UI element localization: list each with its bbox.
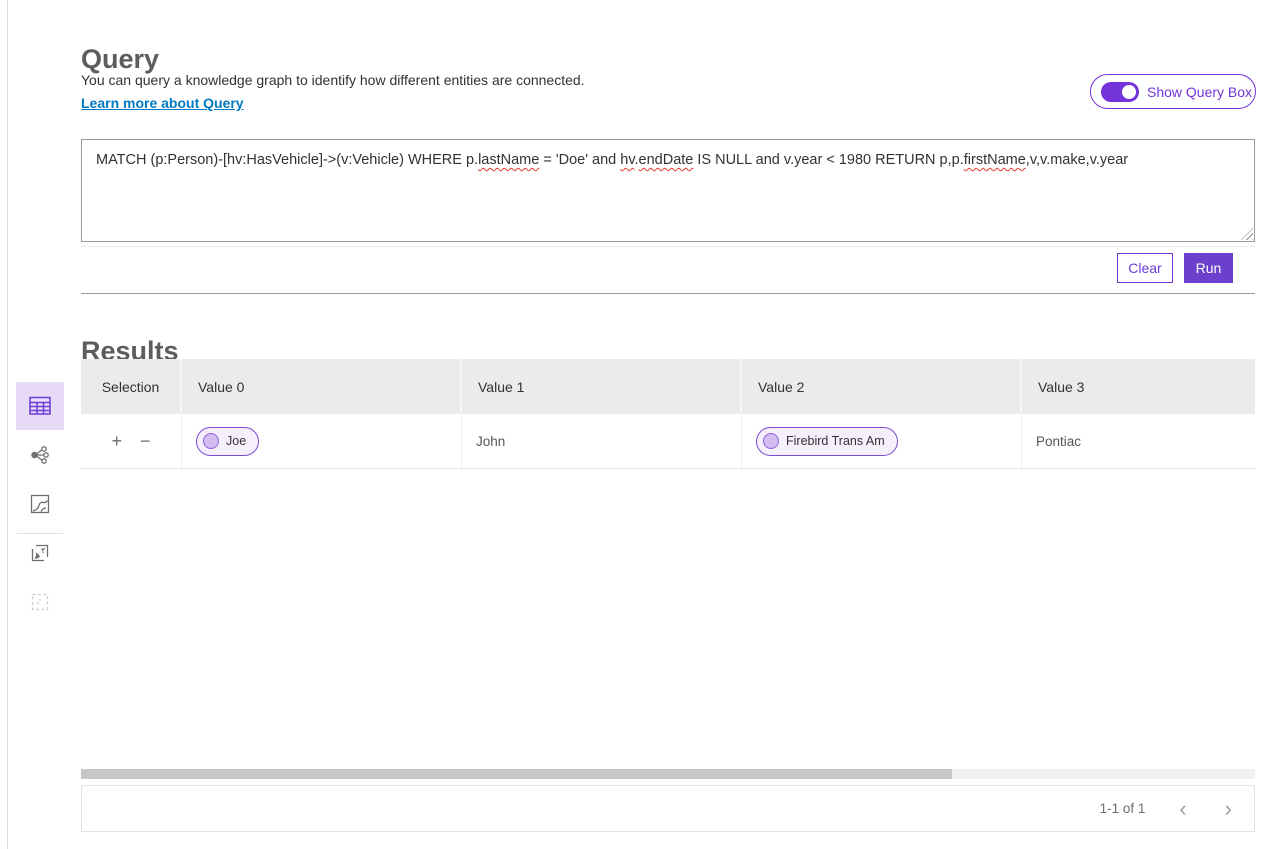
selection-icon: [30, 592, 50, 612]
query-text-misspelled: firstName: [964, 152, 1026, 168]
add-layer-to-map-icon: [30, 543, 50, 563]
toggle-switch-icon[interactable]: [1101, 82, 1139, 102]
record-range-label: 1-1 of 1: [1100, 801, 1146, 816]
cell-value1: John: [462, 414, 742, 468]
cell-value3: Pontiac: [1022, 414, 1255, 468]
query-text-misspelled: hv: [620, 152, 634, 168]
clear-button[interactable]: Clear: [1117, 253, 1173, 283]
entity-dot-icon: [763, 433, 779, 449]
horizontal-scrollbar-track[interactable]: [81, 769, 1255, 779]
selection-cell: + −: [81, 414, 182, 468]
learn-more-link[interactable]: Learn more about Query: [81, 95, 244, 111]
entity-dot-icon: [203, 433, 219, 449]
query-panel: MATCH (p:Person)-[hv:HasVehicle]->(v:Veh…: [81, 139, 1255, 294]
cell-value0: Joe: [182, 414, 462, 468]
entity-chip-label: Firebird Trans Am: [786, 434, 885, 448]
show-query-box-toggle[interactable]: Show Query Box: [1090, 74, 1256, 109]
table-icon: [29, 396, 51, 416]
toggle-knob: [1122, 85, 1136, 99]
sidebar-item-map-view[interactable]: [16, 480, 64, 528]
query-text: MATCH (p:Person)-[hv:HasVehicle]->(v:Veh…: [96, 152, 478, 168]
sidebar-item-link-chart-view[interactable]: [16, 431, 64, 479]
table-row: + − Joe John Firebird Trans Am Pontiac: [81, 414, 1255, 469]
entity-chip[interactable]: Joe: [196, 427, 259, 456]
run-button[interactable]: Run: [1184, 253, 1233, 283]
page-title: Query: [81, 44, 159, 75]
query-text: IS NULL and v.year < 1980 RETURN p,p.: [693, 152, 963, 168]
horizontal-scrollbar-thumb[interactable]: [81, 769, 952, 779]
table-header-row: Selection Value 0 Value 1 Value 2 Value …: [81, 359, 1255, 414]
query-text: ,v,v.make,v.year: [1026, 152, 1128, 168]
view-switcher-sidebar: [16, 382, 64, 622]
resize-handle-icon[interactable]: [1241, 228, 1253, 240]
chevron-left-icon[interactable]: ‹: [1175, 798, 1190, 820]
sidebar-item-table-view[interactable]: [16, 382, 64, 430]
column-header-value3[interactable]: Value 3: [1022, 359, 1255, 414]
column-header-value0[interactable]: Value 0: [182, 359, 462, 414]
sidebar-item-selection-tools: [16, 578, 64, 626]
link-chart-icon: [30, 445, 50, 465]
chevron-right-icon[interactable]: ›: [1221, 798, 1236, 820]
toggle-label: Show Query Box: [1147, 84, 1252, 100]
column-header-value2[interactable]: Value 2: [742, 359, 1022, 414]
results-table: Selection Value 0 Value 1 Value 2 Value …: [81, 359, 1255, 469]
query-button-bar: Clear Run: [81, 246, 1255, 294]
page-description: You can query a knowledge graph to ident…: [81, 72, 585, 88]
query-text-misspelled: lastName: [478, 152, 539, 168]
pagination-bar: 1-1 of 1 ‹ ›: [81, 785, 1255, 832]
column-header-selection[interactable]: Selection: [81, 359, 182, 414]
column-header-value1[interactable]: Value 1: [462, 359, 742, 414]
map-icon: [30, 494, 50, 514]
remove-selection-button[interactable]: −: [131, 432, 160, 450]
left-panel-divider: [7, 0, 8, 849]
query-text-misspelled: endDate: [639, 152, 694, 168]
add-selection-button[interactable]: +: [102, 432, 131, 450]
query-text: = 'Doe' and: [539, 152, 620, 168]
entity-chip[interactable]: Firebird Trans Am: [756, 427, 898, 456]
cell-value2: Firebird Trans Am: [742, 414, 1022, 468]
sidebar-item-add-to-map[interactable]: [16, 529, 64, 577]
entity-chip-label: Joe: [226, 434, 246, 448]
query-input[interactable]: MATCH (p:Person)-[hv:HasVehicle]->(v:Veh…: [81, 139, 1255, 242]
